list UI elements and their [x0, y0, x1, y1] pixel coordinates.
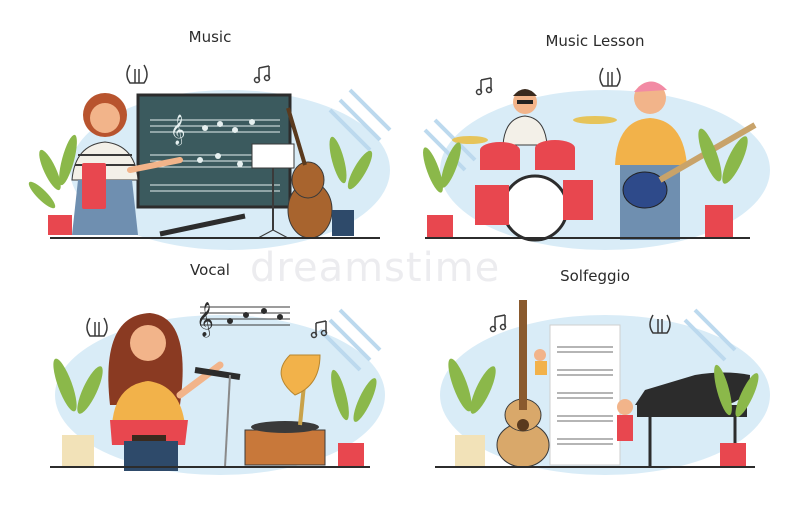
svg-text:𝄞: 𝄞: [170, 114, 185, 146]
music-note-icon: [489, 314, 507, 333]
lyre-icon: [599, 67, 621, 87]
watermark: dreamstime: [250, 245, 501, 291]
lyre-icon: [126, 64, 148, 84]
music-note-icon: [475, 77, 493, 96]
lyre-icon: [86, 317, 108, 337]
panel-music-lesson: Music Lesson: [405, 20, 785, 254]
svg-text:𝄞: 𝄞: [196, 302, 214, 338]
music-note-icon: [253, 65, 271, 84]
music-lesson-scene-illustration: [423, 67, 770, 250]
panel-music: Music 𝄞: [20, 20, 400, 254]
music-scene-illustration: 𝄞: [28, 64, 392, 250]
